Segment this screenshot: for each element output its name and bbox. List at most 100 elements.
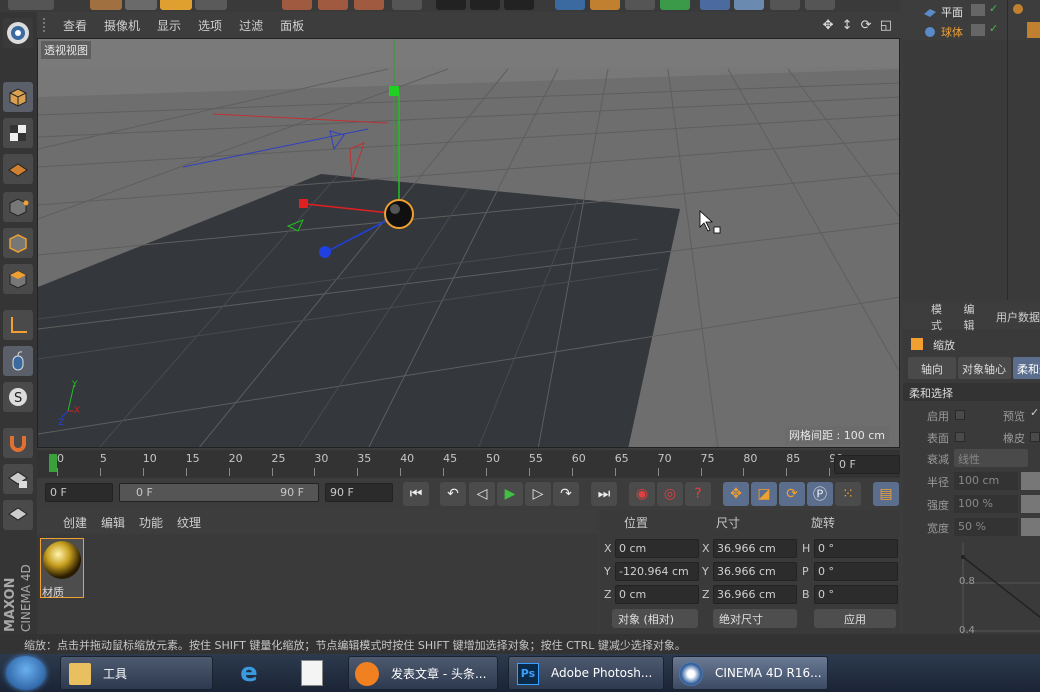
taskbar-tools[interactable]: 工具 [60,656,213,690]
taskbar-uc-browser[interactable]: 发表文章 - 头条... [348,656,498,690]
visibility-icon[interactable] [971,24,985,36]
enable-checkbox[interactable] [955,410,965,420]
taskbar-photoshop[interactable]: Ps Adobe Photosh... [508,656,664,690]
frame-range-slider[interactable]: 0 F 90 F [119,483,319,502]
size-x-field[interactable]: 36.966 cm [713,539,797,558]
menu-edit-attr[interactable]: 编辑 [964,301,985,333]
rubber-checkbox[interactable] [1030,432,1040,442]
undo-icon[interactable] [8,0,54,10]
rot-h-field[interactable]: 0 ° [814,539,898,558]
play-icon[interactable]: ▶ [497,482,523,506]
rotate-icon[interactable] [195,0,227,10]
rotate-view-icon[interactable]: ⟳ [861,18,874,33]
light-icon[interactable] [805,0,835,10]
deformer-icon[interactable] [700,0,730,10]
current-frame-field[interactable]: 0 F [834,455,900,474]
taskbar-notepad[interactable] [285,656,339,690]
tag-icon[interactable] [1013,4,1023,14]
goto-start-icon[interactable]: ⏮ [403,482,429,506]
pos-z-field[interactable]: 0 cm [615,585,699,604]
size-y-field[interactable]: 36.966 cm [713,562,797,581]
points-mode-icon[interactable] [3,192,33,222]
edges-mode-icon[interactable] [3,228,33,258]
pos-y-field[interactable]: -120.964 cm [615,562,699,581]
material-swatch[interactable]: 材质 [40,538,84,599]
next-frame-icon[interactable]: ▷ [525,482,551,506]
spline-icon[interactable] [590,0,620,10]
preview-check-icon[interactable]: ✓ [1030,406,1039,419]
live-select-icon[interactable] [90,0,122,10]
key-scale-icon[interactable]: ◪ [751,482,777,506]
floor-icon[interactable] [734,0,764,10]
y-axis-icon[interactable] [318,0,348,10]
tab-soft-selection[interactable]: 柔和选择 [1013,357,1040,379]
falloff-dropdown[interactable]: 线性 [954,449,1028,467]
auto-key-icon[interactable]: ◎ [657,482,683,506]
goto-end-icon[interactable]: ⏭ [591,482,617,506]
scale-icon[interactable] [160,0,192,10]
z-axis-icon[interactable] [354,0,384,10]
x-handle[interactable] [299,199,308,208]
workplane-lock-icon[interactable] [3,464,33,494]
enabled-check-icon[interactable]: ✓ [989,22,998,35]
pos-x-field[interactable]: 0 cm [615,539,699,558]
next-key-icon[interactable]: ↷ [553,482,579,506]
object-row-sphere[interactable]: 球体 [923,24,963,40]
key-position-icon[interactable]: ✥ [723,482,749,506]
move-icon[interactable] [125,0,157,10]
dolly-view-icon[interactable]: ↕ [842,18,855,33]
menu-panel[interactable]: 面板 [280,17,304,34]
menu-function[interactable]: 功能 [139,514,163,531]
prev-key-icon[interactable]: ↶ [440,482,466,506]
axis-mode-icon[interactable] [3,310,33,340]
tab-axis[interactable]: 轴向 [908,357,956,379]
coord-mode-dropdown[interactable]: 对象 (相对) [612,609,698,628]
object-row-plane[interactable]: 平面 [923,4,963,20]
material-tag-icon[interactable] [1027,22,1040,38]
texture-mode-icon[interactable] [3,118,33,148]
strength-field[interactable]: 100 % [954,495,1018,513]
cube-primitive-icon[interactable] [555,0,585,10]
enabled-check-icon[interactable]: ✓ [989,2,998,15]
maximize-view-icon[interactable]: ◱ [880,18,894,33]
start-frame-field[interactable]: 0 F [45,483,113,502]
size-z-field[interactable]: 36.966 cm [713,585,797,604]
key-param-icon[interactable]: Ⓟ [807,482,833,506]
taskbar-cinema4d[interactable]: CINEMA 4D R16... [672,656,828,690]
x-axis-icon[interactable] [282,0,312,10]
camera-icon[interactable] [770,0,800,10]
menu-user-data[interactable]: 用户数据 [996,309,1040,325]
record-keys-icon[interactable]: ◉ [629,482,655,506]
menu-options[interactable]: 选项 [198,17,222,34]
render-picture-icon[interactable] [470,0,500,10]
panel-grip[interactable] [43,18,47,32]
menu-filter[interactable]: 过滤 [239,17,263,34]
keyframe-selection-icon[interactable]: ? [685,482,711,506]
timeline-ruler[interactable]: 051015202530354045505560657075808590 0 F [37,450,900,478]
sphere-object[interactable] [384,199,414,229]
perspective-viewport[interactable]: Y X Z 透视视图 网格间距 : 100 cm [37,38,900,448]
snapping-icon[interactable]: S [3,382,33,412]
polygons-mode-icon[interactable] [3,264,33,294]
menu-camera[interactable]: 摄像机 [104,17,140,34]
nurbs-icon[interactable] [625,0,655,10]
menu-view[interactable]: 查看 [63,17,87,34]
tab-object-axis[interactable]: 对象轴心 [958,357,1011,379]
move-view-icon[interactable]: ✥ [823,18,836,33]
magnet-icon[interactable] [3,428,33,458]
render-view-icon[interactable] [436,0,466,10]
apply-button[interactable]: 应用 [814,609,896,628]
rot-p-field[interactable]: 0 ° [814,562,898,581]
key-pla-icon[interactable]: ⁙ [835,482,861,506]
falloff-graph[interactable]: 0.8 0.4 [941,543,1040,636]
tweak-mode-icon[interactable] [3,346,33,376]
strength-slider[interactable] [1021,495,1040,513]
menu-display[interactable]: 显示 [157,17,181,34]
y-handle[interactable] [389,86,399,96]
radius-slider[interactable] [1021,472,1040,490]
coord-system-icon[interactable] [392,0,422,10]
rot-b-field[interactable]: 0 ° [814,585,898,604]
menu-mode[interactable]: 模式 [931,301,952,333]
z-handle[interactable] [319,246,331,258]
taskbar-ie[interactable]: e [222,656,276,690]
